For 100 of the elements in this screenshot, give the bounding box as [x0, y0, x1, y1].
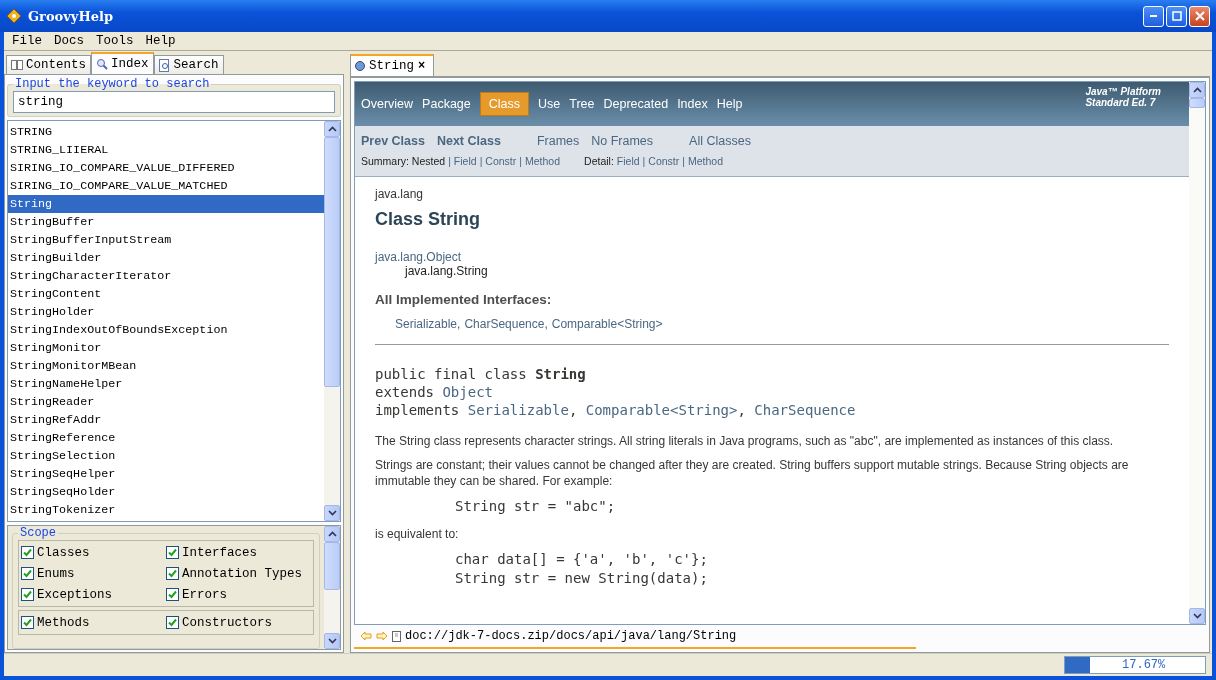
- index-item[interactable]: StringIndexOutOfBoundsException: [8, 321, 324, 339]
- checkbox-option[interactable]: Exceptions: [21, 584, 166, 605]
- index-item[interactable]: StringCharacterIterator: [8, 267, 324, 285]
- index-item[interactable]: StringReader: [8, 393, 324, 411]
- checkbox-option[interactable]: Annotation Types: [166, 563, 311, 584]
- checkbox-option[interactable]: Methods: [21, 612, 166, 633]
- index-item[interactable]: StringHolder: [8, 303, 324, 321]
- index-item[interactable]: StringSeqHolder: [8, 483, 324, 501]
- checkbox[interactable]: [21, 567, 34, 580]
- index-item[interactable]: StringBuilder: [8, 249, 324, 267]
- chevron-down-icon: [327, 510, 337, 516]
- scroll-up-button[interactable]: [324, 121, 340, 137]
- index-item[interactable]: STRING: [8, 123, 324, 141]
- interface-link[interactable]: Comparable<String>: [551, 317, 663, 331]
- index-item[interactable]: StringRefAddr: [8, 411, 324, 429]
- checkbox-option[interactable]: Errors: [166, 584, 311, 605]
- menu-item[interactable]: Tools: [96, 34, 134, 48]
- scroll-thumb[interactable]: [324, 542, 340, 590]
- nav-link[interactable]: Help: [716, 93, 743, 115]
- checkbox[interactable]: [21, 616, 34, 629]
- interface-link[interactable]: CharSequence,: [464, 317, 548, 331]
- index-item[interactable]: String: [8, 195, 324, 213]
- type-link[interactable]: CharSequence: [754, 402, 856, 418]
- code-text: extends: [375, 384, 435, 400]
- document-tab[interactable]: String ×: [350, 54, 435, 76]
- sidebar-tab[interactable]: Contents: [6, 55, 91, 74]
- nav-link[interactable]: Next Class: [436, 134, 501, 148]
- code-line: String str = "abc";: [455, 497, 617, 516]
- close-tab-button[interactable]: ×: [418, 59, 426, 73]
- index-item[interactable]: StringContent: [8, 285, 324, 303]
- checkmark-icon: [23, 590, 32, 599]
- checkbox[interactable]: [166, 546, 179, 559]
- index-item[interactable]: StringBuffer: [8, 213, 324, 231]
- checkbox[interactable]: [21, 588, 34, 601]
- checkbox[interactable]: [166, 567, 179, 580]
- menu-item[interactable]: File: [12, 34, 42, 48]
- scroll-thumb[interactable]: [324, 137, 340, 387]
- maximize-button[interactable]: [1166, 5, 1187, 27]
- index-item[interactable]: StringSeqHelper: [8, 465, 324, 483]
- nav-link[interactable]: Frames: [536, 134, 580, 148]
- index-item[interactable]: StringSelection: [8, 447, 324, 465]
- code-line: String str = new String(data);: [455, 569, 709, 588]
- keyword-field[interactable]: string: [13, 91, 335, 113]
- paragraph: Strings are constant; their values cannot be changed after they are created. String buffers support mutable strings. Because String objects are immutable they can be shared. For example:: [375, 457, 1130, 489]
- checkbox[interactable]: [166, 616, 179, 629]
- nav-link[interactable]: Prev Class: [361, 134, 425, 148]
- checkbox-option[interactable]: Constructors: [166, 612, 311, 633]
- menu-item[interactable]: Help: [145, 34, 176, 48]
- scroll-down-button[interactable]: [324, 505, 340, 521]
- index-item[interactable]: SIRING_IO_COMPARE_VALUE_DIFFERED: [8, 159, 324, 177]
- nav-link[interactable]: Tree: [569, 93, 595, 115]
- chevron-up-icon: [327, 531, 337, 537]
- summary-link[interactable]: Constr: [485, 155, 517, 167]
- scroll-down-button[interactable]: [324, 633, 340, 649]
- nav-link[interactable]: Index: [677, 93, 708, 115]
- checkbox-option[interactable]: Classes: [21, 542, 166, 563]
- checkbox-option[interactable]: Enums: [21, 563, 166, 584]
- close-button[interactable]: [1189, 5, 1210, 27]
- checkbox[interactable]: [21, 546, 34, 559]
- index-item[interactable]: STRING_LIIERAL: [8, 141, 324, 159]
- scroll-up-button[interactable]: [1189, 82, 1205, 98]
- checkmark-icon: [23, 569, 32, 578]
- nav-link[interactable]: Overview: [361, 93, 414, 115]
- scroll-thumb[interactable]: [1189, 98, 1205, 108]
- index-item[interactable]: StringReference: [8, 429, 324, 447]
- interface-link[interactable]: Serializable,: [395, 317, 461, 331]
- scrollbar[interactable]: [324, 526, 340, 649]
- nav-link[interactable]: All Classes: [689, 134, 751, 148]
- index-item[interactable]: StringTokenizer: [8, 501, 324, 519]
- index-item[interactable]: StringBufferInputStream: [8, 231, 324, 249]
- nav-link[interactable]: Package: [422, 93, 471, 115]
- class-title: Class String: [375, 209, 482, 230]
- checkbox-option[interactable]: Interfaces: [166, 542, 311, 563]
- checkbox[interactable]: [166, 588, 179, 601]
- summary-link[interactable]: Field: [453, 155, 477, 167]
- type-link[interactable]: Comparable<String>: [585, 402, 738, 418]
- detail-link[interactable]: Constr: [648, 155, 680, 167]
- sidebar-tab[interactable]: Search: [153, 55, 224, 74]
- type-link[interactable]: Object: [442, 384, 493, 400]
- detail-link[interactable]: Method: [688, 155, 724, 167]
- nav-link[interactable]: Deprecated: [603, 93, 669, 115]
- menu-item[interactable]: Docs: [54, 34, 85, 48]
- scroll-down-button[interactable]: [1189, 608, 1205, 624]
- detail-link[interactable]: Field: [616, 155, 640, 167]
- sidebar-tab[interactable]: Index: [91, 52, 154, 74]
- type-link[interactable]: Serializable: [467, 402, 569, 418]
- summary-link[interactable]: Method: [525, 155, 561, 167]
- minimize-button[interactable]: [1143, 5, 1164, 27]
- scroll-up-button[interactable]: [324, 526, 340, 542]
- index-item[interactable]: StringMonitor: [8, 339, 324, 357]
- group-legend: Input the keyword to search: [13, 77, 212, 91]
- nav-link[interactable]: Use: [538, 93, 561, 115]
- index-item[interactable]: StringMonitorMBean: [8, 357, 324, 375]
- scrollbar[interactable]: [324, 121, 340, 521]
- scrollbar[interactable]: [1189, 82, 1205, 624]
- index-item[interactable]: SIRING_IO_COMPARE_VALUE_MATCHED: [8, 177, 324, 195]
- superclass-link[interactable]: java.lang.Object: [375, 250, 1169, 264]
- nav-link[interactable]: No Frames: [591, 134, 654, 148]
- index-item[interactable]: StringNameHelper: [8, 375, 324, 393]
- magnifier-icon: [96, 58, 108, 70]
